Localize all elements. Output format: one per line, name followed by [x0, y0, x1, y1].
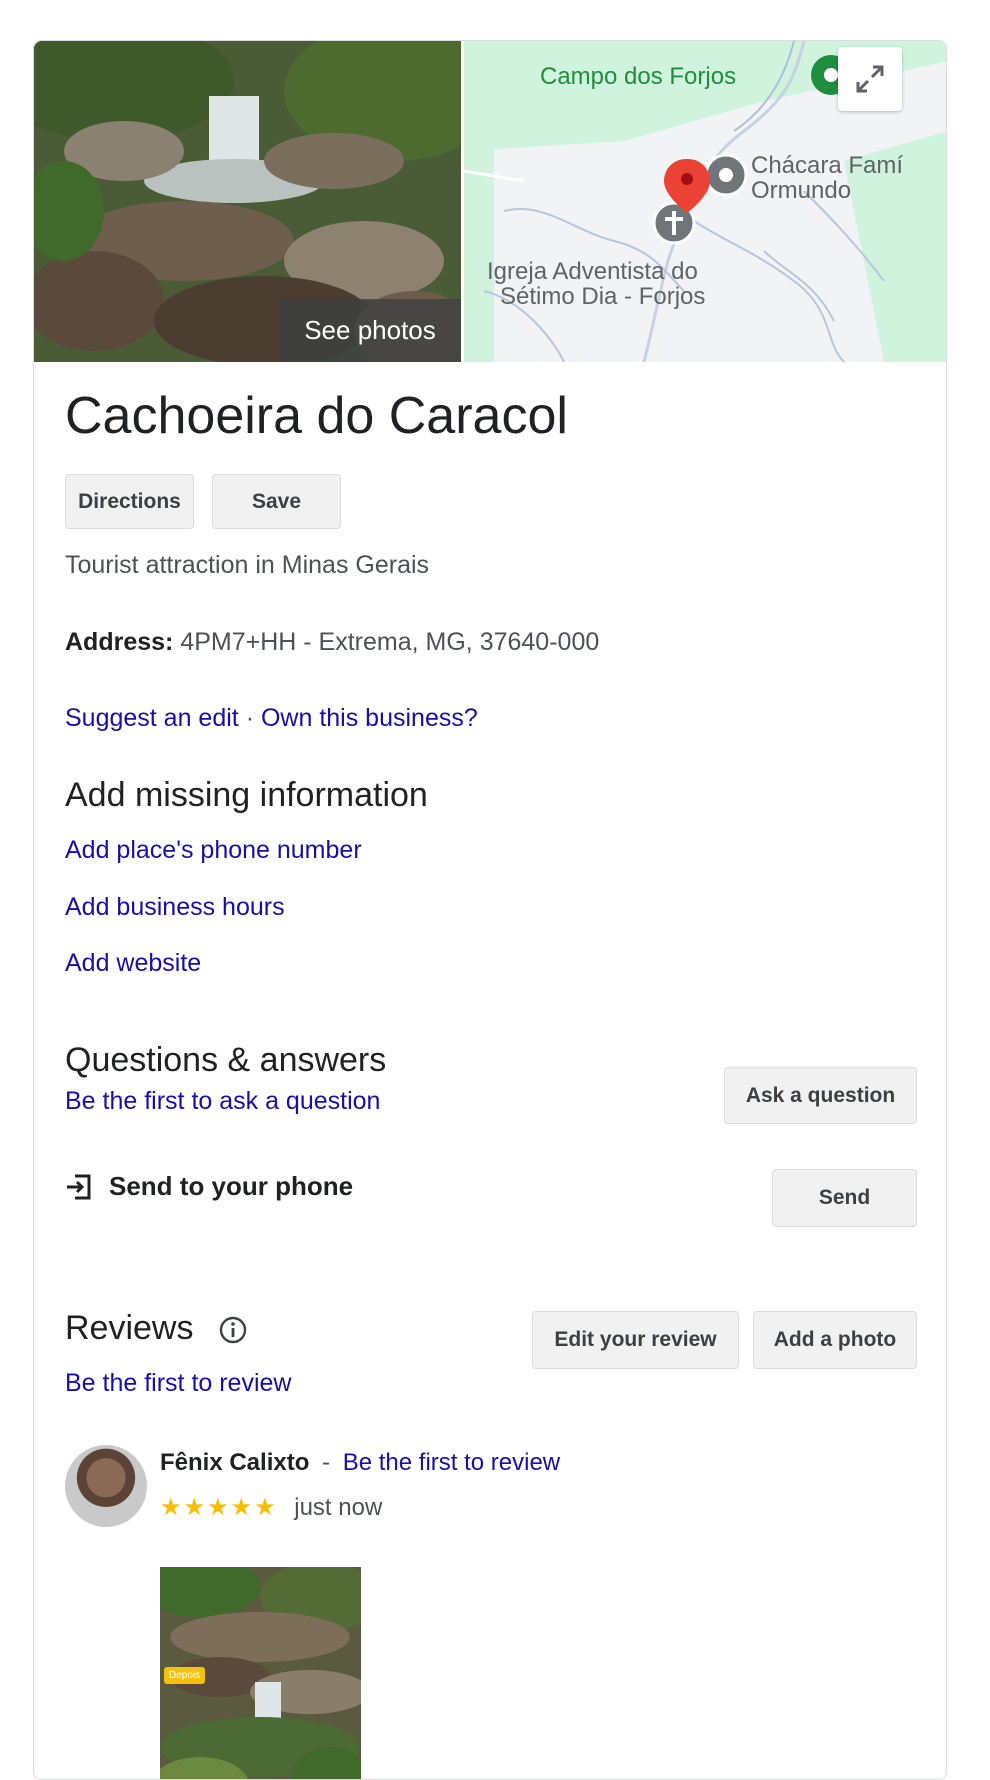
place-title: Cachoeira do Caracol	[65, 387, 568, 445]
ask-question-button[interactable]: Ask a question	[724, 1067, 917, 1124]
map-label-campo: Campo dos Forjos	[540, 63, 737, 90]
directions-button[interactable]: Directions	[65, 474, 194, 529]
knowledge-panel: See photos Campo dos Forjos Chácara Famí…	[33, 40, 947, 1780]
qa-first-link[interactable]: Be the first to ask a question	[65, 1087, 380, 1116]
add-website-link[interactable]: Add website	[65, 949, 201, 978]
send-phone-label: Send to your phone	[109, 1171, 354, 1201]
review-first-link[interactable]: Be the first to review	[343, 1449, 560, 1476]
map-label-chacara-1: Chácara Famí	[751, 152, 904, 179]
photo-tag: Depois	[164, 1667, 206, 1684]
missing-info-heading: Add missing information	[65, 776, 428, 814]
review-meta: ★★★★★ just now	[160, 1493, 382, 1522]
add-phone-link[interactable]: Add place's phone number	[65, 836, 362, 865]
suggest-edit-link[interactable]: Suggest an edit	[65, 704, 239, 732]
see-photos-button[interactable]: See photos	[279, 299, 461, 362]
map-label-igreja-2: Sétimo Dia - Forjos	[500, 283, 706, 310]
map-preview[interactable]: Campo dos Forjos Chácara Famí Ormundo Ig…	[464, 41, 946, 362]
place-photo[interactable]: See photos	[34, 41, 461, 362]
info-icon[interactable]	[218, 1315, 248, 1345]
edit-review-button[interactable]: Edit your review	[532, 1311, 739, 1369]
add-hours-link[interactable]: Add business hours	[65, 893, 285, 922]
reviews-heading: Reviews	[65, 1309, 194, 1347]
own-business-link[interactable]: Own this business?	[261, 704, 478, 732]
add-photo-button[interactable]: Add a photo	[753, 1311, 917, 1369]
map-label-chacara-2: Ormundo	[751, 177, 852, 204]
review-header: Fênix Calixto - Be the first to review	[160, 1449, 560, 1477]
review-dash: -	[322, 1449, 331, 1476]
reviewer-avatar[interactable]	[65, 1445, 147, 1527]
first-review-link[interactable]: Be the first to review	[65, 1369, 291, 1398]
expand-icon	[856, 65, 884, 93]
expand-map-button[interactable]	[838, 47, 902, 111]
save-button[interactable]: Save	[212, 474, 341, 529]
map-label-igreja-1: Igreja Adventista do	[487, 258, 698, 285]
qa-heading: Questions & answers	[65, 1041, 387, 1079]
address-label: Address:	[65, 628, 174, 656]
review-photo[interactable]: Depois	[160, 1567, 361, 1779]
address-row: Address: 4PM7+HH - Extrema, MG, 37640-00…	[65, 628, 599, 657]
send-phone-row[interactable]: Send to your phone	[65, 1171, 353, 1202]
place-category: Tourist attraction in Minas Gerais	[65, 551, 430, 579]
star-rating-icon: ★★★★★	[160, 1494, 278, 1521]
send-to-phone-icon	[67, 1174, 91, 1199]
review-time: just now	[294, 1494, 383, 1521]
address-value: 4PM7+HH - Extrema, MG, 37640-000	[180, 628, 600, 656]
link-separator: ·	[245, 704, 255, 732]
reviewer-name[interactable]: Fênix Calixto	[160, 1449, 309, 1476]
edit-links: Suggest an edit · Own this business?	[65, 704, 478, 733]
send-button[interactable]: Send	[772, 1169, 917, 1227]
media-header: See photos Campo dos Forjos Chácara Famí…	[34, 41, 946, 362]
